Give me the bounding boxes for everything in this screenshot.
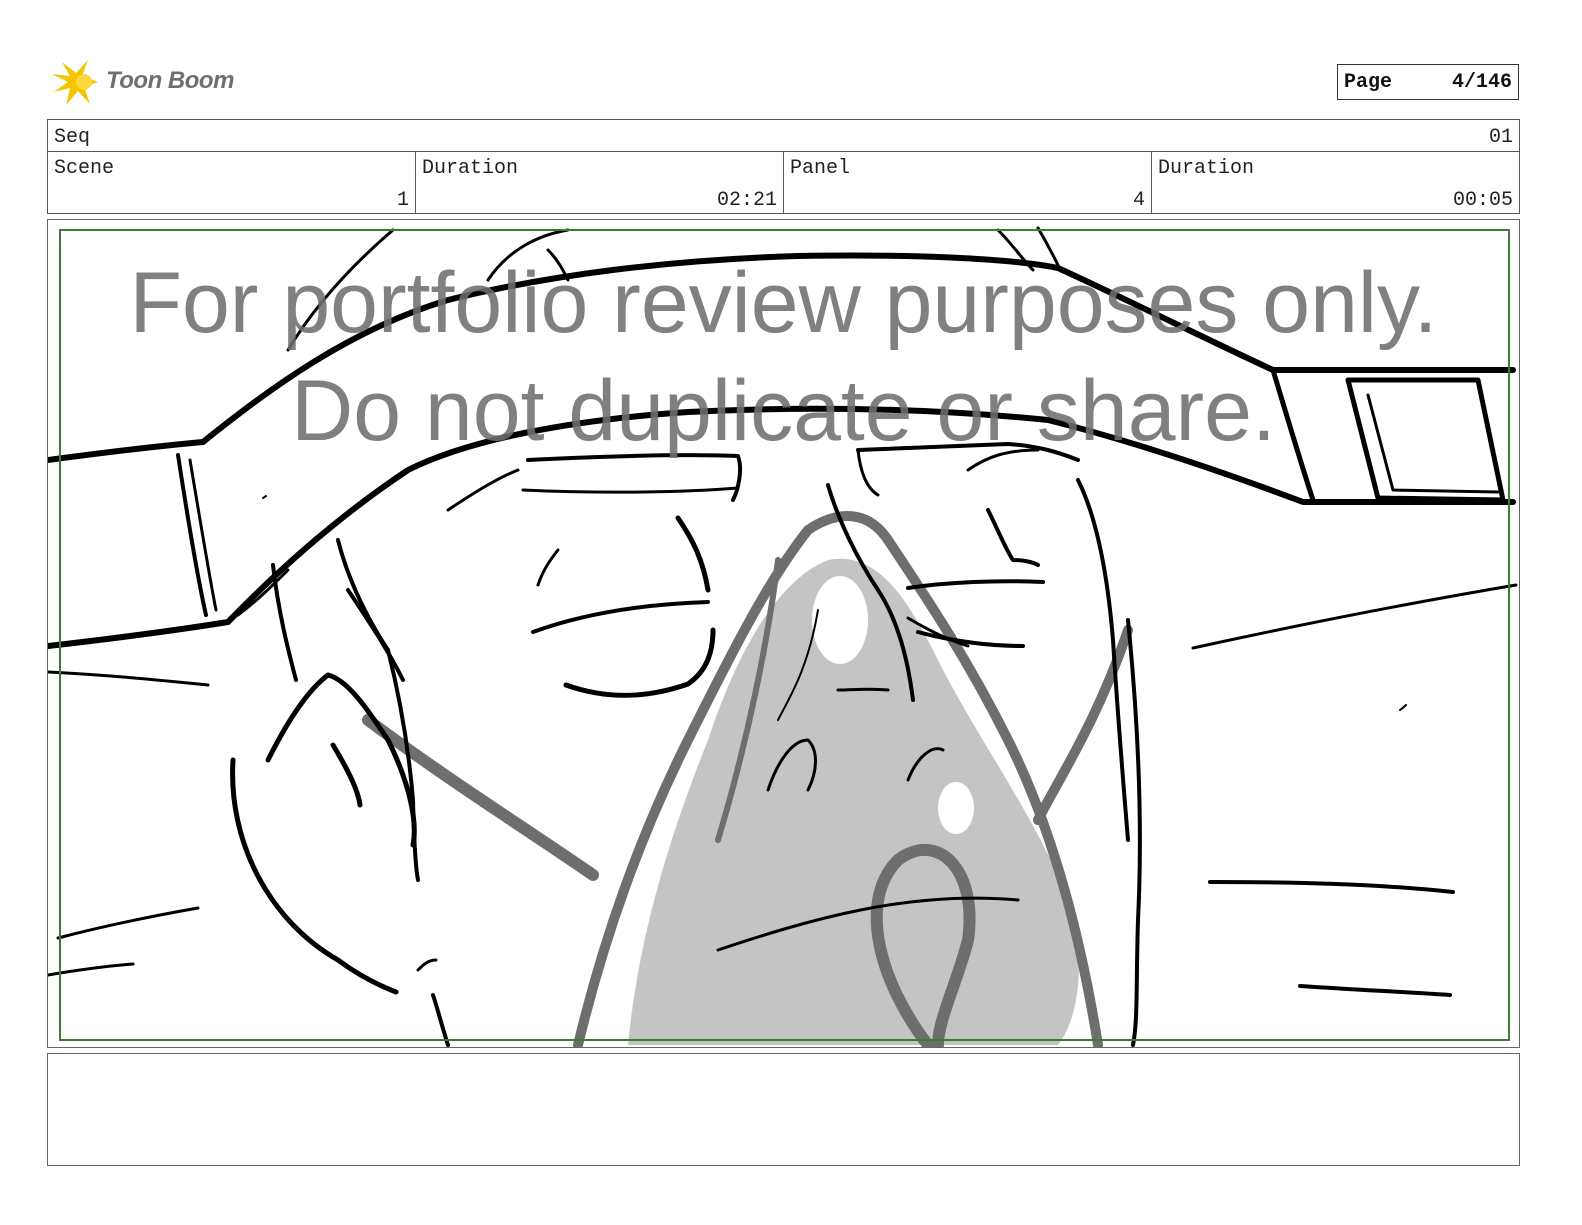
panel-duration-cell: Duration 00:05 xyxy=(1152,152,1519,214)
scene-duration-label: Duration xyxy=(422,157,519,180)
panel-label: Panel xyxy=(790,157,851,180)
info-cells: Scene 1 Duration 02:21 Panel 4 Duration … xyxy=(48,152,1519,214)
page-number: 4/146 xyxy=(1451,70,1512,94)
toon-boom-logo: Toon Boom xyxy=(52,58,252,108)
seq-label: Seq xyxy=(54,126,91,149)
seq-value: 01 xyxy=(1488,126,1513,149)
logo-text: Toon Boom xyxy=(106,67,234,94)
storyboard-panel: For portfolio review purposes only. Do n… xyxy=(47,219,1520,1048)
panel-duration-value: 00:05 xyxy=(1452,189,1513,212)
scene-duration-value: 02:21 xyxy=(716,189,777,212)
page-indicator: Page 4/146 xyxy=(1337,64,1519,100)
scene-cell: Scene 1 xyxy=(48,152,416,214)
panel-duration-label: Duration xyxy=(1158,157,1255,180)
starburst-icon xyxy=(52,60,98,105)
panel-cell: Panel 4 xyxy=(784,152,1152,214)
page-label: Page xyxy=(1344,70,1393,94)
sequence-row: Seq 01 xyxy=(48,120,1519,152)
scene-label: Scene xyxy=(54,157,115,180)
panel-info-table: Seq 01 Scene 1 Duration 02:21 Panel 4 Du… xyxy=(47,119,1520,214)
scene-duration-cell: Duration 02:21 xyxy=(416,152,784,214)
panel-notes-box[interactable] xyxy=(47,1053,1520,1166)
scene-value: 1 xyxy=(396,189,409,212)
panel-value: 4 xyxy=(1132,189,1145,212)
sketch-drawing xyxy=(48,226,1518,1047)
